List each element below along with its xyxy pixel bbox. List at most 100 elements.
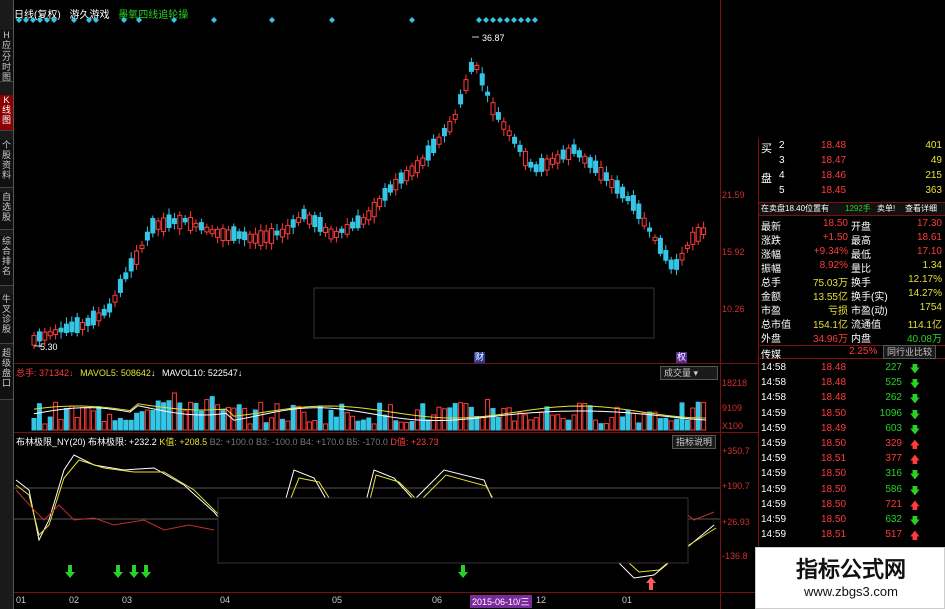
nav-tab-watchlist[interactable]: 自选股 xyxy=(0,192,13,230)
stat-value: 34.96万 xyxy=(812,334,848,345)
candle-body xyxy=(377,198,383,208)
event-marker-rights[interactable]: 权 xyxy=(676,352,687,363)
industry-change: 2.25% xyxy=(849,346,878,357)
stat-label: 外盘 xyxy=(761,334,781,345)
candle-body xyxy=(468,61,474,72)
volume-bar xyxy=(117,417,123,431)
bid-row[interactable]: 盘 4 18.46 215 xyxy=(759,170,945,185)
stat-label: 最新 xyxy=(761,222,781,233)
candle-body xyxy=(139,244,145,250)
tick-volume: 603 xyxy=(885,422,902,434)
event-marker-financial[interactable]: 财 xyxy=(474,352,485,363)
tick-time: 14:59 xyxy=(761,438,787,449)
candle-body xyxy=(90,310,96,326)
candle-body xyxy=(517,144,523,152)
indicator-d: D值: +23.73 xyxy=(390,437,439,447)
nav-tab-orderbook[interactable]: 超级盘口 xyxy=(0,348,13,400)
bid-volume: 401 xyxy=(925,140,942,151)
stat-label: 换手(实) xyxy=(851,292,888,303)
industry-compare-button[interactable]: 同行业比较 xyxy=(883,345,937,359)
sell-alert-bar: 在卖盘18.40位置有 1292手 卖单! 查看详细 xyxy=(759,202,945,216)
volume-bar xyxy=(630,412,636,431)
indicator-k: K值: +208.5 xyxy=(159,437,208,447)
volume-bar xyxy=(566,419,572,431)
volume-bar xyxy=(404,421,410,431)
bid-row[interactable]: 3 18.47 49 xyxy=(759,155,945,168)
candle-body xyxy=(447,120,453,133)
candle-body xyxy=(209,229,215,235)
stat-label: 市盈(动) xyxy=(851,306,888,317)
tick-price: 18.48 xyxy=(821,362,847,373)
candle-body xyxy=(404,169,410,182)
volume-type-dropdown[interactable]: 成交量 ▾ xyxy=(660,366,718,380)
sell-order-link[interactable]: 卖单! xyxy=(877,203,895,214)
indicator-axis-label: -136.8 xyxy=(722,551,748,561)
stat-label: 总市值 xyxy=(761,320,791,331)
volume-bar xyxy=(339,403,345,431)
nav-tab-stock-info[interactable]: 个股资料 xyxy=(0,140,13,188)
volume-bar xyxy=(371,423,377,431)
candle-body xyxy=(74,317,80,334)
stat-value: 114.1亿 xyxy=(907,320,942,331)
candle-body xyxy=(58,327,64,333)
indicator-b2: B2: +100.0 xyxy=(209,437,254,447)
volume-bar xyxy=(452,403,458,431)
tick-volume: 632 xyxy=(885,514,902,525)
candle-body xyxy=(328,228,334,240)
bid-volume: 49 xyxy=(930,155,942,166)
indicator-axis-label: +190.7 xyxy=(722,481,750,491)
tick-time: 14:59 xyxy=(761,498,787,510)
candle-body xyxy=(225,229,231,242)
candle-body xyxy=(53,329,59,336)
tick-row: 14:59 18.50 316 🡇 xyxy=(759,468,945,481)
tick-row: 14:59 18.51 377 🡅 xyxy=(759,453,945,466)
volume-mavol5: MAVOL5: 508642 xyxy=(80,368,151,378)
signal-diamond-icon xyxy=(71,17,77,23)
bid-price: 18.48 xyxy=(821,140,847,151)
candle-body xyxy=(63,323,69,333)
bid-row[interactable]: 买 2 18.48 401 xyxy=(759,140,945,155)
stat-row: 外盘 34.96万 内盘 40.08万 xyxy=(759,330,945,345)
stat-value: 40.08万 xyxy=(906,334,942,345)
volume-bar xyxy=(582,403,588,431)
candle-body xyxy=(290,219,296,228)
volume-bar xyxy=(198,410,204,431)
signal-diamonds xyxy=(16,17,538,23)
candle-body xyxy=(620,186,626,199)
candle-body xyxy=(555,154,561,164)
price-axis-label: 21.59 xyxy=(722,190,745,200)
signal-diamond-icon xyxy=(476,17,482,23)
indicator-help-button[interactable]: 指标说明 xyxy=(672,435,717,449)
candle-body xyxy=(112,294,118,303)
nav-tab-ranking[interactable]: 综合排名 xyxy=(0,236,13,286)
candle-body xyxy=(490,102,496,116)
tick-row: 14:59 18.51 517 🡅 xyxy=(759,529,945,542)
candle-body xyxy=(312,215,318,228)
volume-bar xyxy=(123,419,129,431)
nav-tab-diagnose[interactable]: 牛叉诊股 xyxy=(0,294,13,344)
view-detail-link[interactable]: 查看详细 xyxy=(905,203,937,214)
stat-value: 18.50 xyxy=(822,218,848,229)
candle-body xyxy=(695,227,701,242)
volume-bar xyxy=(436,406,442,431)
volume-bar xyxy=(296,405,302,431)
kline-chart[interactable] xyxy=(14,0,720,592)
candle-body xyxy=(42,331,48,341)
candle-body xyxy=(528,161,534,168)
nav-tab-kline[interactable]: K线图 xyxy=(0,95,13,131)
stat-label: 总手 xyxy=(761,278,781,289)
volume-mavol10: MAVOL10: 522547 xyxy=(161,368,238,378)
bid-row[interactable]: 5 18.45 363 xyxy=(759,185,945,198)
volume-header: 总手: 371342↓ MAVOL5: 508642↓ MAVOL10: 522… xyxy=(16,368,243,378)
tick-volume: 316 xyxy=(885,468,902,480)
signal-diamond-icon xyxy=(16,17,22,23)
signal-diamond-icon xyxy=(483,17,489,23)
volume-bar xyxy=(58,418,64,431)
nav-tab-timeshare[interactable]: 分时图 xyxy=(0,52,13,82)
bid-price: 18.46 xyxy=(821,170,847,181)
price-axis-label: 15.92 xyxy=(722,247,745,257)
stat-label: 市盈 xyxy=(761,306,781,317)
bid-level: 5 xyxy=(779,185,785,196)
left-nav: H应用 分时图 K线图 个股资料 自选股 综合排名 牛叉诊股 超级盘口 xyxy=(0,0,14,609)
candle-body xyxy=(636,203,642,219)
